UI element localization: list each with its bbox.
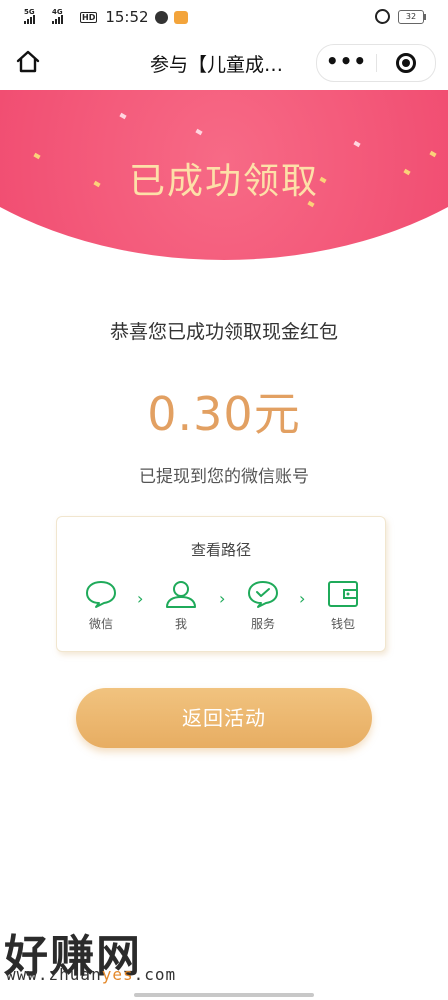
path-step-service: 服务 bbox=[233, 579, 293, 632]
path-step-wechat: 微信 bbox=[71, 579, 131, 632]
status-bar-right: 32 bbox=[375, 9, 426, 24]
chevron-right-icon: › bbox=[299, 589, 306, 608]
miniprogram-capsule: ••• bbox=[316, 44, 436, 82]
user-icon bbox=[166, 581, 196, 608]
chevron-right-icon: › bbox=[137, 589, 144, 608]
page-title: 参与【儿童成… bbox=[150, 54, 284, 76]
step-label: 钱包 bbox=[330, 617, 355, 631]
path-card: 查看路径 微信 › 我 › 服务 › 钱包 bbox=[56, 516, 386, 652]
status-bar-left: 5G 4G HD 15:52 bbox=[24, 8, 188, 26]
alarm-icon bbox=[375, 9, 390, 24]
wallet-icon bbox=[328, 581, 358, 607]
step-label: 服务 bbox=[250, 617, 275, 631]
home-icon bbox=[16, 50, 40, 73]
signal-4g-icon: 4G bbox=[52, 8, 74, 24]
step-label: 微信 bbox=[88, 617, 113, 631]
hd-icon: HD bbox=[80, 11, 98, 23]
path-title: 查看路径 bbox=[190, 541, 251, 559]
hero-title: 已成功领取 bbox=[128, 161, 319, 202]
hero-banner: 已成功领取 bbox=[0, 90, 448, 266]
path-step-wallet: 钱包 bbox=[313, 579, 373, 632]
more-button[interactable]: ••• bbox=[317, 45, 376, 81]
step-label: 我 bbox=[174, 617, 187, 631]
home-indicator[interactable] bbox=[134, 993, 314, 997]
signal-5g-icon: 5G bbox=[24, 8, 46, 24]
notification-app-icon bbox=[154, 10, 168, 24]
chevron-right-icon: › bbox=[219, 589, 226, 608]
battery-icon: 32 bbox=[398, 9, 426, 24]
close-button[interactable] bbox=[377, 45, 435, 81]
return-to-activity-button[interactable]: 返回活动 bbox=[76, 688, 372, 748]
status-time: 15:52 bbox=[105, 8, 149, 26]
congrats-text: 恭喜您已成功领取现金红包 bbox=[109, 321, 338, 343]
check-bubble-icon bbox=[248, 581, 278, 608]
amount-value: 0.30元 bbox=[147, 387, 301, 441]
home-button[interactable] bbox=[12, 46, 44, 78]
withdrawn-text: 已提现到您的微信账号 bbox=[139, 467, 309, 487]
path-step-me: 我 bbox=[151, 579, 211, 632]
chat-bubble-icon bbox=[86, 581, 116, 608]
status-bar: 5G 4G HD 15:52 32 bbox=[0, 0, 448, 34]
watermark-url: www.zhuanyes.com bbox=[6, 965, 177, 984]
notification-app2-icon bbox=[173, 10, 188, 24]
navigation-bar: 参与【儿童成… ••• bbox=[0, 34, 448, 90]
